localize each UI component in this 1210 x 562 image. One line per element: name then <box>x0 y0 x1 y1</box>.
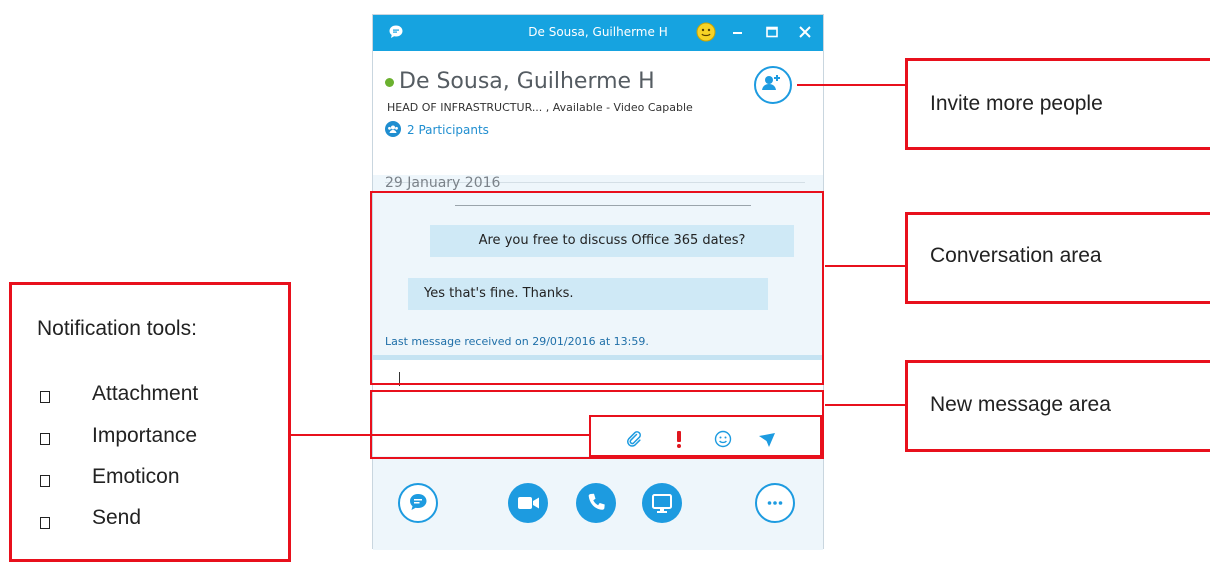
new-message-callout-box: New message area <box>905 360 1210 452</box>
invite-people-button[interactable] <box>754 66 792 104</box>
maximize-icon[interactable] <box>764 24 780 40</box>
invite-callout-label: Invite more people <box>930 92 1103 115</box>
minimize-icon[interactable] <box>730 24 746 40</box>
contact-name[interactable]: De Sousa, Guilherme H <box>399 69 655 94</box>
contact-header: De Sousa, Guilherme H HEAD OF INFRASTRUC… <box>373 51 823 183</box>
screen-share-button[interactable] <box>642 483 682 523</box>
new-message-callout-label: New message area <box>930 393 1111 416</box>
bullet-box-icon <box>40 391 50 403</box>
contact-status-line: HEAD OF INFRASTRUCTUR... , Available - V… <box>387 101 693 114</box>
audio-call-button[interactable] <box>576 483 616 523</box>
close-icon[interactable] <box>797 24 813 40</box>
participants-icon <box>385 121 401 137</box>
title-bar: De Sousa, Guilherme H <box>373 15 823 51</box>
conversation-area-highlight <box>370 191 824 385</box>
bullet-box-icon <box>40 475 50 487</box>
notification-tools-callout-box: Notification tools: Attachment Importanc… <box>9 282 291 562</box>
new-message-connector-line <box>825 404 907 406</box>
conversation-callout-box: Conversation area <box>905 212 1210 304</box>
bullet-box-icon <box>40 433 50 445</box>
window-title: De Sousa, Guilherme H <box>528 25 668 39</box>
video-call-button[interactable] <box>508 483 548 523</box>
conversation-callout-label: Conversation area <box>930 244 1102 267</box>
invite-callout-box: Invite more people <box>905 58 1210 150</box>
bullet-box-icon <box>40 517 50 529</box>
notification-item-emoticon: Emoticon <box>92 465 180 488</box>
notification-item-attachment: Attachment <box>92 382 199 405</box>
participants-link[interactable]: 2 Participants <box>407 123 489 137</box>
notification-tools-highlight <box>589 415 822 457</box>
notification-tools-title: Notification tools: <box>37 317 197 340</box>
notification-connector-line <box>289 434 591 436</box>
notification-item-importance: Importance <box>92 424 198 447</box>
presence-available-icon <box>385 78 394 87</box>
more-options-button[interactable] <box>755 483 795 523</box>
notification-item-send: Send <box>92 506 142 529</box>
invite-connector-line <box>797 84 907 86</box>
conversation-date: 29 January 2016 <box>385 175 501 191</box>
conversation-connector-line <box>825 265 907 267</box>
call-action-bar <box>373 456 823 550</box>
im-chat-button[interactable] <box>398 483 438 523</box>
emoticon-smiley-icon[interactable] <box>696 22 716 42</box>
